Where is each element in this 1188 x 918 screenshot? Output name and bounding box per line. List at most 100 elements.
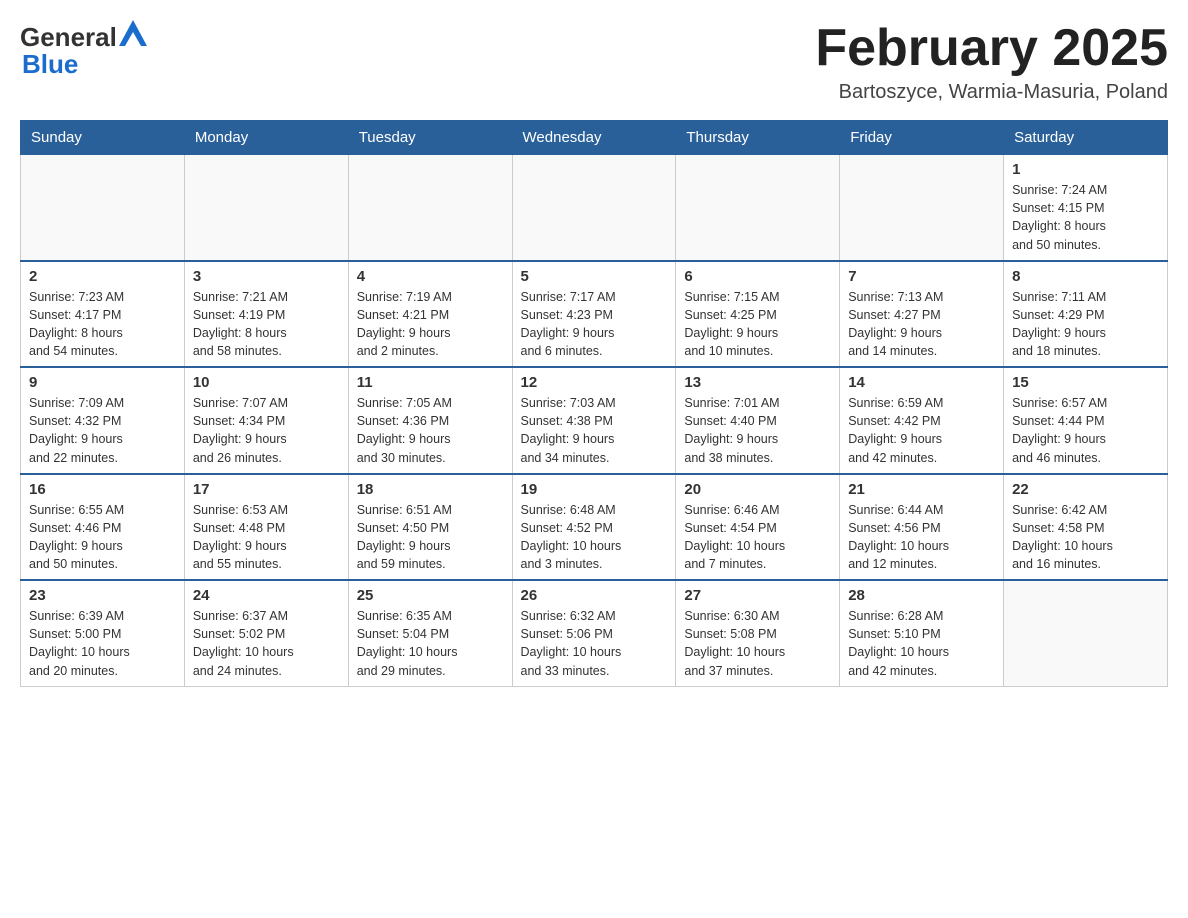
day-info: Sunrise: 7:17 AMSunset: 4:23 PMDaylight:… <box>521 288 668 361</box>
week-row-2: 2 Sunrise: 7:23 AMSunset: 4:17 PMDaylight… <box>21 261 1168 368</box>
day-number: 22 <box>1012 481 1159 498</box>
calendar-cell: 26Sunrise: 6:32 AMSunset: 5:06 PMDayligh… <box>512 580 676 686</box>
calendar-table: SundayMondayTuesdayWednesdayThursdayFrid… <box>20 120 1168 687</box>
day-info: Sunrise: 7:01 AMSunset: 4:40 PMDaylight:… <box>684 394 831 467</box>
day-number: 18 <box>357 481 504 498</box>
day-info: Sunrise: 6:42 AMSunset: 4:58 PMDaylight:… <box>1012 501 1159 574</box>
week-row-1: 1Sunrise: 7:24 AMSunset: 4:15 PMDaylight… <box>21 155 1168 261</box>
day-number: 12 <box>521 374 668 391</box>
weekday-header-saturday: Saturday <box>1004 121 1168 155</box>
month-title: February 2025 <box>815 20 1168 77</box>
calendar-cell: 22 Sunrise: 6:42 AMSunset: 4:58 PMDayligh… <box>1004 474 1168 581</box>
day-info: Sunrise: 6:59 AMSunset: 4:42 PMDaylight:… <box>848 394 995 467</box>
calendar-cell <box>840 155 1004 261</box>
day-info: Sunrise: 7:19 AMSunset: 4:21 PMDaylight:… <box>357 288 504 361</box>
calendar-cell: 12 Sunrise: 7:03 AMSunset: 4:38 PMDayligh… <box>512 367 676 474</box>
day-info: Sunrise: 6:39 AMSunset: 5:00 PMDaylight:… <box>29 607 176 680</box>
calendar-cell <box>512 155 676 261</box>
day-number: 25 <box>357 587 504 604</box>
day-number: 21 <box>848 481 995 498</box>
day-number: 3 <box>193 268 340 285</box>
calendar-cell: 8 Sunrise: 7:11 AMSunset: 4:29 PMDaylight… <box>1004 261 1168 368</box>
day-number: 26 <box>521 587 668 604</box>
day-info: Sunrise: 6:30 AMSunset: 5:08 PMDaylight:… <box>684 607 831 680</box>
day-info: Sunrise: 6:55 AMSunset: 4:46 PMDaylight:… <box>29 501 176 574</box>
day-number: 28 <box>848 587 995 604</box>
calendar-cell: 27 Sunrise: 6:30 AMSunset: 5:08 PMDayligh… <box>676 580 840 686</box>
day-number: 24 <box>193 587 340 604</box>
day-number: 20 <box>684 481 831 498</box>
day-info: Sunrise: 6:44 AMSunset: 4:56 PMDaylight:… <box>848 501 995 574</box>
weekday-header-monday: Monday <box>184 121 348 155</box>
day-number: 4 <box>357 268 504 285</box>
day-number: 23 <box>29 587 176 604</box>
day-number: 11 <box>357 374 504 391</box>
calendar-cell: 4 Sunrise: 7:19 AMSunset: 4:21 PMDaylight… <box>348 261 512 368</box>
day-number: 27 <box>684 587 831 604</box>
day-info: Sunrise: 7:24 AMSunset: 4:15 PMDaylight:… <box>1012 181 1159 254</box>
calendar-cell: 24 Sunrise: 6:37 AMSunset: 5:02 PMDayligh… <box>184 580 348 686</box>
weekday-header-friday: Friday <box>840 121 1004 155</box>
day-number: 2 <box>29 268 176 285</box>
calendar-cell: 23 Sunrise: 6:39 AMSunset: 5:00 PMDayligh… <box>21 580 185 686</box>
week-row-5: 23 Sunrise: 6:39 AMSunset: 5:00 PMDayligh… <box>21 580 1168 686</box>
day-info: Sunrise: 6:46 AMSunset: 4:54 PMDaylight:… <box>684 501 831 574</box>
weekday-header-tuesday: Tuesday <box>348 121 512 155</box>
calendar-cell <box>21 155 185 261</box>
day-number: 7 <box>848 268 995 285</box>
day-number: 6 <box>684 268 831 285</box>
day-number: 10 <box>193 374 340 391</box>
day-info: Sunrise: 7:21 AMSunset: 4:19 PMDaylight:… <box>193 288 340 361</box>
logo-blue-text: Blue <box>22 49 78 79</box>
weekday-header-wednesday: Wednesday <box>512 121 676 155</box>
location-text: Bartoszyce, Warmia-Masuria, Poland <box>815 81 1168 104</box>
calendar-cell: 1Sunrise: 7:24 AMSunset: 4:15 PMDaylight… <box>1004 155 1168 261</box>
day-number: 8 <box>1012 268 1159 285</box>
day-info: Sunrise: 6:28 AMSunset: 5:10 PMDaylight:… <box>848 607 995 680</box>
day-number: 13 <box>684 374 831 391</box>
day-info: Sunrise: 6:35 AMSunset: 5:04 PMDaylight:… <box>357 607 504 680</box>
calendar-cell: 25 Sunrise: 6:35 AMSunset: 5:04 PMDayligh… <box>348 580 512 686</box>
day-number: 19 <box>521 481 668 498</box>
day-info: Sunrise: 6:53 AMSunset: 4:48 PMDaylight:… <box>193 501 340 574</box>
calendar-cell: 19 Sunrise: 6:48 AMSunset: 4:52 PMDayligh… <box>512 474 676 581</box>
day-info: Sunrise: 7:11 AMSunset: 4:29 PMDaylight:… <box>1012 288 1159 361</box>
calendar-cell: 21 Sunrise: 6:44 AMSunset: 4:56 PMDayligh… <box>840 474 1004 581</box>
calendar-cell: 15Sunrise: 6:57 AMSunset: 4:44 PMDayligh… <box>1004 367 1168 474</box>
day-number: 17 <box>193 481 340 498</box>
page-header: General Blue February 2025 Bartoszyce, W… <box>20 20 1168 104</box>
day-info: Sunrise: 7:23 AMSunset: 4:17 PMDaylight:… <box>29 288 176 361</box>
calendar-cell: 11 Sunrise: 7:05 AMSunset: 4:36 PMDayligh… <box>348 367 512 474</box>
day-number: 5 <box>521 268 668 285</box>
calendar-cell <box>1004 580 1168 686</box>
calendar-cell <box>676 155 840 261</box>
day-info: Sunrise: 6:37 AMSunset: 5:02 PMDaylight:… <box>193 607 340 680</box>
calendar-cell: 16Sunrise: 6:55 AMSunset: 4:46 PMDayligh… <box>21 474 185 581</box>
weekday-header-thursday: Thursday <box>676 121 840 155</box>
weekday-header-sunday: Sunday <box>21 121 185 155</box>
logo-triangle-icon <box>119 20 147 46</box>
calendar-cell: 7 Sunrise: 7:13 AMSunset: 4:27 PMDaylight… <box>840 261 1004 368</box>
week-row-4: 16Sunrise: 6:55 AMSunset: 4:46 PMDayligh… <box>21 474 1168 581</box>
day-number: 14 <box>848 374 995 391</box>
day-info: Sunrise: 7:05 AMSunset: 4:36 PMDaylight:… <box>357 394 504 467</box>
day-info: Sunrise: 6:48 AMSunset: 4:52 PMDaylight:… <box>521 501 668 574</box>
day-number: 15 <box>1012 374 1159 391</box>
day-info: Sunrise: 6:51 AMSunset: 4:50 PMDaylight:… <box>357 501 504 574</box>
day-info: Sunrise: 7:03 AMSunset: 4:38 PMDaylight:… <box>521 394 668 467</box>
day-info: Sunrise: 7:09 AMSunset: 4:32 PMDaylight:… <box>29 394 176 467</box>
calendar-cell: 3 Sunrise: 7:21 AMSunset: 4:19 PMDaylight… <box>184 261 348 368</box>
calendar-cell <box>184 155 348 261</box>
logo: General Blue <box>20 20 147 80</box>
calendar-cell: 28 Sunrise: 6:28 AMSunset: 5:10 PMDayligh… <box>840 580 1004 686</box>
calendar-cell: 5 Sunrise: 7:17 AMSunset: 4:23 PMDaylight… <box>512 261 676 368</box>
calendar-cell: 10 Sunrise: 7:07 AMSunset: 4:34 PMDayligh… <box>184 367 348 474</box>
day-info: Sunrise: 7:07 AMSunset: 4:34 PMDaylight:… <box>193 394 340 467</box>
calendar-cell: 2 Sunrise: 7:23 AMSunset: 4:17 PMDaylight… <box>21 261 185 368</box>
week-row-3: 9 Sunrise: 7:09 AMSunset: 4:32 PMDaylight… <box>21 367 1168 474</box>
day-info: Sunrise: 7:15 AMSunset: 4:25 PMDaylight:… <box>684 288 831 361</box>
calendar-cell: 17 Sunrise: 6:53 AMSunset: 4:48 PMDayligh… <box>184 474 348 581</box>
day-number: 9 <box>29 374 176 391</box>
day-info: Sunrise: 7:13 AMSunset: 4:27 PMDaylight:… <box>848 288 995 361</box>
calendar-cell: 13 Sunrise: 7:01 AMSunset: 4:40 PMDayligh… <box>676 367 840 474</box>
